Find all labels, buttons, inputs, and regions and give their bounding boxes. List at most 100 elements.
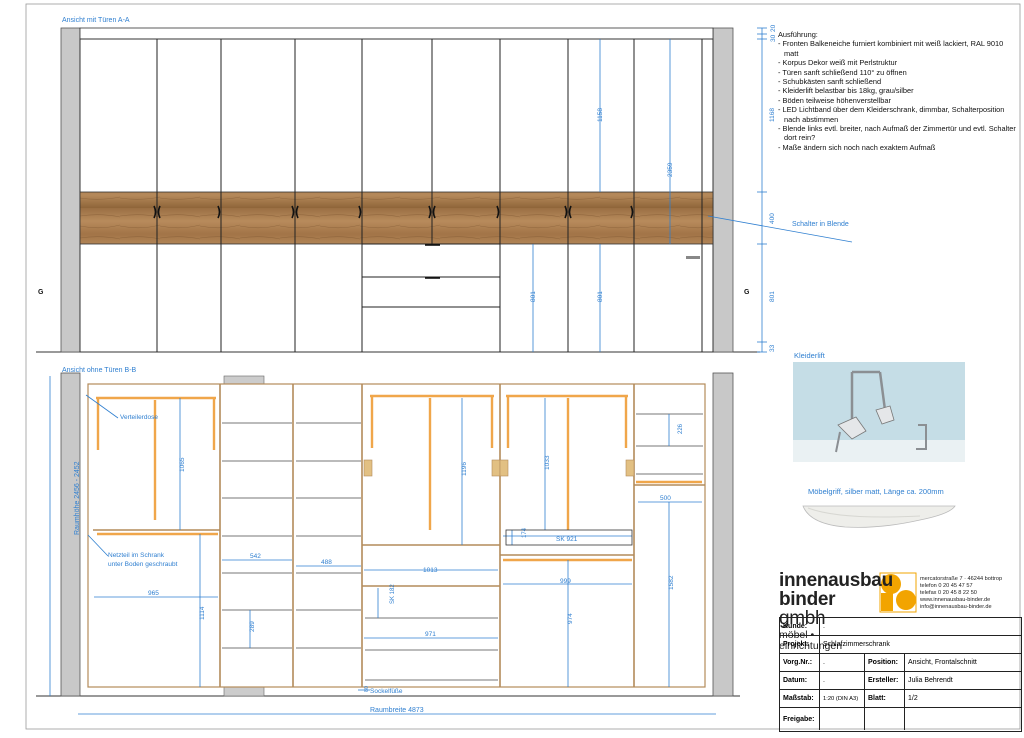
dim-174: 174 bbox=[522, 527, 528, 538]
vorg-label: Vorg.Nr.: bbox=[783, 659, 813, 666]
ersteller-value: Julia Behrendt bbox=[908, 677, 953, 684]
view-b-section bbox=[36, 372, 740, 697]
dim-3020: 20 bbox=[770, 24, 777, 32]
dim-80: 80 bbox=[364, 686, 370, 692]
dim-971: 971 bbox=[425, 631, 436, 638]
dim-488: 488 bbox=[321, 559, 332, 566]
oak-band bbox=[79, 191, 714, 245]
contact-line: www.innenausbau-binder.de bbox=[920, 597, 991, 603]
kunde-label: Kunde: bbox=[783, 623, 808, 630]
blatt-label: Blatt: bbox=[868, 695, 886, 702]
schalter-label: Schalter in Blende bbox=[792, 221, 849, 228]
notes-heading: Ausführung: bbox=[778, 30, 818, 39]
title-block: Kunde: . Projekt: Schlafzimmerschrank Vo… bbox=[779, 617, 1022, 732]
dim-30-a: 30 bbox=[770, 34, 777, 42]
dim-801-right: 801 bbox=[769, 291, 776, 302]
dim-1582: 1582 bbox=[668, 575, 675, 590]
position-value: Ansicht, Frontalschnitt bbox=[908, 659, 977, 666]
dim-542: 542 bbox=[250, 553, 261, 560]
verteilerdose-label: Verteilerdose bbox=[120, 414, 158, 421]
dim-sk921: SK 921 bbox=[556, 536, 578, 543]
drawing-sheet: Ansicht mit Türen A-A 30 20 1168 400 801… bbox=[0, 0, 1024, 733]
cut-marker-left: G bbox=[38, 289, 44, 296]
lift-brackets bbox=[363, 459, 635, 477]
dim-1114: 1114 bbox=[199, 606, 206, 620]
kleiderlift-label: Kleiderlift bbox=[794, 351, 825, 360]
datum-value: . bbox=[823, 677, 825, 684]
shelves bbox=[222, 413, 703, 681]
massstab-label: Maßstab: bbox=[783, 695, 814, 702]
row-datum: Datum: . Ersteller: Julia Behrendt bbox=[780, 672, 1021, 690]
note-item: Fronten Balkeneiche furniert kombiniert … bbox=[778, 39, 1018, 58]
ersteller-label: Ersteller: bbox=[868, 677, 899, 684]
wall-left bbox=[60, 27, 81, 353]
view-a-title: Ansicht mit Türen A-A bbox=[62, 17, 130, 24]
griff-label: Möbelgriff, silber matt, Länge ca. 200mm bbox=[808, 487, 944, 496]
dim-400: 400 bbox=[769, 213, 776, 224]
contact-line: telefon 0 20 45 47 57 bbox=[920, 583, 973, 589]
row-kunde: Kunde: . bbox=[780, 618, 1021, 636]
dim-1196: 1196 bbox=[461, 462, 468, 476]
row-vorgang: Vorg.Nr.: . Position: Ansicht, Frontalsc… bbox=[780, 654, 1021, 672]
wall-right-b bbox=[712, 372, 734, 697]
view-a-elevation bbox=[36, 27, 760, 353]
dim-801-mid: 801 bbox=[597, 291, 604, 302]
company-contact: mercatorstraße 7 · 46244 bottrop telefon… bbox=[920, 576, 1002, 611]
dim-965: 965 bbox=[148, 590, 159, 597]
freigabe-label: Freigabe: bbox=[783, 715, 815, 723]
kleiderlift-rods bbox=[96, 394, 702, 562]
view-b-title: Ansicht ohne Türen B-B bbox=[62, 367, 137, 374]
dim-974: 974 bbox=[567, 613, 574, 624]
dim-1168: 1168 bbox=[769, 108, 776, 122]
dim-226: 226 bbox=[678, 423, 684, 434]
carcass-outline bbox=[87, 383, 706, 688]
logo-line-1: innenausbau bbox=[779, 570, 893, 591]
raumhoehe-label: Raumhöhe 2456 - 2452 bbox=[74, 461, 81, 535]
contact-line: mercatorstraße 7 · 46244 bottrop bbox=[920, 576, 1003, 582]
dim-1013: 1013 bbox=[423, 567, 438, 574]
row-massstab: Maßstab: 1:20 (DIN A3) Blatt: 1/2 bbox=[780, 690, 1021, 708]
massstab-value: 1:20 (DIN A3) bbox=[823, 695, 859, 702]
kunde-value: . bbox=[823, 623, 825, 630]
contact-line: info@innenausbau-binder.de bbox=[920, 604, 992, 610]
row-freigabe: Freigabe: bbox=[780, 708, 1021, 730]
dim-1033: 1033 bbox=[544, 455, 551, 470]
notes-list: Fronten Balkeneiche furniert kombiniert … bbox=[778, 39, 1018, 152]
netzteil-label-2: unter Boden geschraubt bbox=[108, 561, 178, 568]
vorg-value: . bbox=[823, 659, 825, 666]
sockelfuesse-label: Sockelfüße bbox=[370, 688, 403, 695]
dim-1065: 1065 bbox=[179, 457, 186, 472]
raumbreite-label: Raumbreite 4873 bbox=[370, 707, 424, 714]
dim-1158: 1158 bbox=[597, 108, 604, 122]
dim-999: 999 bbox=[560, 578, 571, 585]
note-item: Kleiderlift belastbar bis 18kg, grau/sil… bbox=[778, 86, 1018, 95]
dim-801-left: 801 bbox=[530, 291, 537, 302]
dim-289: 289 bbox=[249, 621, 256, 632]
dim-33: 33 bbox=[769, 344, 776, 352]
datum-label: Datum: bbox=[783, 677, 808, 684]
top-blende bbox=[79, 27, 714, 40]
note-item: Schubkästen sanft schließend bbox=[778, 77, 1018, 86]
projekt-label: Projekt: bbox=[783, 641, 810, 648]
position-label: Position: bbox=[868, 659, 898, 666]
cut-marker-right: G bbox=[744, 289, 750, 296]
note-item: Türen sanft schließend 110° zu öffnen bbox=[778, 68, 1018, 77]
note-item: Blende links evtl. breiter, nach Aufmaß … bbox=[778, 124, 1018, 143]
note-item: Maße ändern sich noch nach exaktem Aufma… bbox=[778, 143, 1018, 152]
dim-500: 500 bbox=[660, 495, 671, 502]
blatt-value: 1/2 bbox=[908, 695, 918, 702]
kleiderlift-photo bbox=[793, 362, 965, 462]
projekt-value: Schlafzimmerschrank bbox=[823, 641, 890, 648]
contact-line: telefax 0 20 45 8 22 50 bbox=[920, 590, 977, 596]
note-item: Böden teilweise höhenverstellbar bbox=[778, 96, 1018, 105]
switch-plate bbox=[686, 256, 700, 259]
note-item: LED Lichtband über dem Kleiderschrank, d… bbox=[778, 105, 1018, 124]
dim-2359: 2359 bbox=[667, 162, 674, 177]
handle-photo bbox=[802, 505, 956, 528]
note-item: Korpus Dekor weiß mit Perlstruktur bbox=[778, 58, 1018, 67]
row-projekt: Projekt: Schlafzimmerschrank bbox=[780, 636, 1021, 654]
carcass-panels bbox=[93, 384, 705, 687]
logo-binder: binder bbox=[779, 589, 836, 610]
wall-right bbox=[712, 27, 734, 353]
dim-sk182: SK 182 bbox=[390, 584, 396, 604]
